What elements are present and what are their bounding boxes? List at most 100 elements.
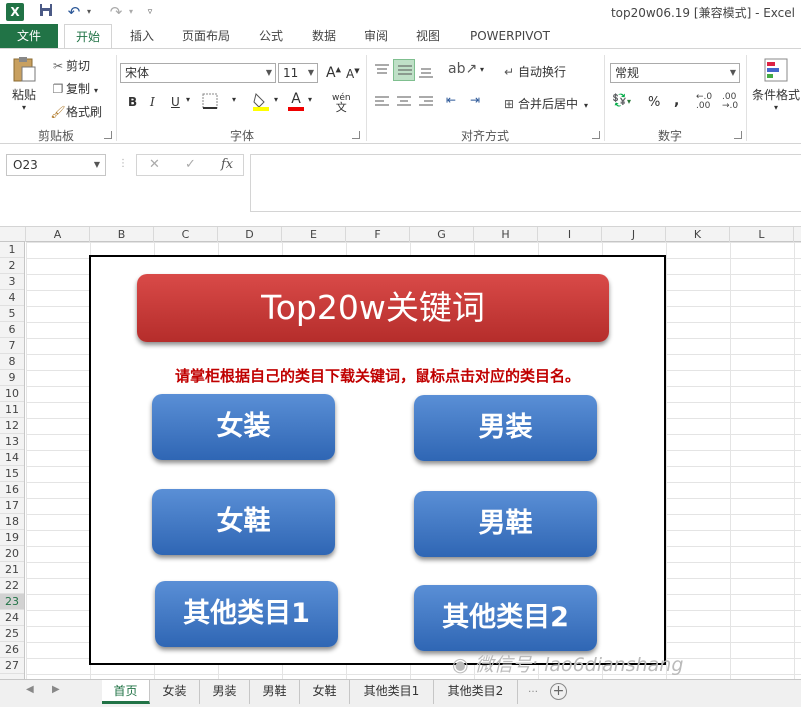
row-header[interactable]: 15 bbox=[0, 466, 24, 482]
save-icon[interactable] bbox=[36, 2, 56, 22]
row-header[interactable]: 22 bbox=[0, 578, 24, 594]
merge-center-button[interactable]: ⊞ 合并后居中 ▾ bbox=[500, 95, 588, 112]
row-header[interactable]: 5 bbox=[0, 306, 24, 322]
column-header[interactable]: I bbox=[538, 227, 602, 242]
sheet-tab[interactable]: 男装 bbox=[200, 680, 250, 704]
decrease-decimal-button[interactable]: .00 →.0 bbox=[722, 93, 738, 111]
row-header[interactable]: 4 bbox=[0, 290, 24, 306]
borders-button[interactable] bbox=[202, 93, 218, 112]
clipboard-launcher-icon[interactable] bbox=[104, 131, 112, 139]
row-header[interactable]: 21 bbox=[0, 562, 24, 578]
accounting-format-button[interactable]: 💱▾ bbox=[612, 93, 631, 107]
cancel-icon[interactable]: ✕ bbox=[149, 157, 160, 172]
row-header[interactable]: 24 bbox=[0, 610, 24, 626]
row-header[interactable]: 16 bbox=[0, 482, 24, 498]
underline-dropdown-icon[interactable]: ▾ bbox=[186, 95, 190, 104]
increase-indent-button[interactable]: ⇥ bbox=[470, 93, 480, 107]
bold-button[interactable]: B bbox=[128, 95, 137, 109]
fill-color-button[interactable] bbox=[252, 91, 270, 114]
column-header[interactable]: C bbox=[154, 227, 218, 242]
sheet-tab-home[interactable]: 首页 bbox=[102, 680, 150, 704]
align-left-button[interactable] bbox=[374, 95, 390, 112]
decrease-indent-button[interactable]: ⇤ bbox=[446, 93, 456, 107]
column-header[interactable]: L bbox=[730, 227, 794, 242]
column-header[interactable]: J bbox=[602, 227, 666, 242]
font-launcher-icon[interactable] bbox=[352, 131, 360, 139]
sheet-tab[interactable]: 男鞋 bbox=[250, 680, 300, 704]
row-header[interactable]: 1 bbox=[0, 242, 24, 258]
column-header[interactable]: D bbox=[218, 227, 282, 242]
row-header[interactable]: 9 bbox=[0, 370, 24, 386]
font-name-select[interactable]: 宋体 ▼ bbox=[120, 63, 276, 83]
underline-button[interactable]: U bbox=[171, 95, 180, 109]
row-header[interactable]: 8 bbox=[0, 354, 24, 370]
italic-button[interactable]: I bbox=[150, 95, 155, 109]
font-size-select[interactable]: 11 ▼ bbox=[278, 63, 318, 83]
row-header[interactable]: 10 bbox=[0, 386, 24, 402]
enter-icon[interactable]: ✓ bbox=[185, 157, 196, 172]
sheet-tab[interactable]: 女装 bbox=[150, 680, 200, 704]
middle-align-button[interactable] bbox=[393, 59, 415, 81]
column-header[interactable]: H bbox=[474, 227, 538, 242]
redo-dropdown-icon[interactable]: ▾ bbox=[126, 2, 136, 22]
tab-page-layout[interactable]: 页面布局 bbox=[172, 24, 240, 48]
number-format-select[interactable]: 常规 ▼ bbox=[610, 63, 740, 83]
row-header[interactable]: 17 bbox=[0, 498, 24, 514]
row-header[interactable]: 26 bbox=[0, 642, 24, 658]
add-sheet-icon[interactable]: + bbox=[550, 683, 567, 700]
row-header[interactable]: 23 bbox=[0, 594, 24, 610]
row-header[interactable]: 7 bbox=[0, 338, 24, 354]
redo-icon[interactable]: ↷ bbox=[106, 2, 126, 22]
column-header[interactable]: A bbox=[26, 227, 90, 242]
orientation-button[interactable]: ab↗ bbox=[448, 61, 477, 77]
undo-dropdown-icon[interactable]: ▾ bbox=[84, 2, 94, 22]
alignment-launcher-icon[interactable] bbox=[592, 131, 600, 139]
format-painter-button[interactable]: 🖌格式刷 bbox=[50, 103, 102, 120]
category-button-mens-clothing[interactable]: 男装 bbox=[414, 395, 597, 461]
scroll-right-icon[interactable]: ▶ bbox=[52, 684, 60, 695]
grow-font-button[interactable]: A▲ bbox=[326, 65, 341, 81]
sheet-tab[interactable]: 其他类目2 bbox=[434, 680, 518, 704]
select-all-corner[interactable] bbox=[0, 227, 26, 242]
resize-handle-icon[interactable]: ⋮ bbox=[118, 158, 128, 169]
column-header[interactable]: B bbox=[90, 227, 154, 242]
category-button-womens-clothing[interactable]: 女装 bbox=[152, 394, 335, 460]
row-header[interactable]: 27 bbox=[0, 658, 24, 674]
font-color-dropdown-icon[interactable]: ▾ bbox=[308, 95, 312, 104]
category-button-mens-shoes[interactable]: 男鞋 bbox=[414, 491, 597, 557]
category-button-womens-shoes[interactable]: 女鞋 bbox=[152, 489, 335, 555]
column-header[interactable]: K bbox=[666, 227, 730, 242]
row-header[interactable]: 25 bbox=[0, 626, 24, 642]
align-center-button[interactable] bbox=[396, 95, 412, 112]
row-header[interactable]: 14 bbox=[0, 450, 24, 466]
tab-review[interactable]: 审阅 bbox=[354, 24, 398, 48]
name-box[interactable]: O23 ▼ bbox=[6, 154, 106, 176]
wrap-text-button[interactable]: ↵ 自动换行 bbox=[500, 63, 566, 80]
row-header[interactable]: 6 bbox=[0, 322, 24, 338]
fill-dropdown-icon[interactable]: ▾ bbox=[274, 95, 278, 104]
row-header[interactable]: 13 bbox=[0, 434, 24, 450]
percent-button[interactable]: % bbox=[648, 95, 660, 110]
row-header[interactable]: 11 bbox=[0, 402, 24, 418]
cut-button[interactable]: ✂ 剪切 bbox=[50, 57, 90, 74]
row-header[interactable]: 3 bbox=[0, 274, 24, 290]
category-button-other-1[interactable]: 其他类目1 bbox=[155, 581, 338, 647]
orientation-dropdown-icon[interactable]: ▾ bbox=[480, 65, 484, 74]
tab-powerpivot[interactable]: POWERPIVOT bbox=[460, 24, 560, 48]
comma-button[interactable]: , bbox=[674, 93, 679, 109]
increase-decimal-button[interactable]: ←.0.00 bbox=[696, 93, 712, 111]
top-align-button[interactable] bbox=[374, 63, 390, 80]
category-button-other-2[interactable]: 其他类目2 bbox=[414, 585, 597, 651]
row-header[interactable]: 12 bbox=[0, 418, 24, 434]
tab-home[interactable]: 开始 bbox=[64, 24, 112, 49]
undo-icon[interactable]: ↶ bbox=[64, 2, 84, 22]
sheet-tab[interactable]: 女鞋 bbox=[300, 680, 350, 704]
tab-data[interactable]: 数据 bbox=[302, 24, 346, 48]
scroll-left-icon[interactable]: ◀ bbox=[26, 684, 34, 695]
insert-function-icon[interactable]: fx bbox=[221, 157, 233, 172]
tab-file[interactable]: 文件 bbox=[0, 24, 58, 48]
sheet-tab[interactable]: 其他类目1 bbox=[350, 680, 434, 704]
borders-dropdown-icon[interactable]: ▾ bbox=[232, 95, 236, 104]
copy-button[interactable]: ❐ 复制 ▾ bbox=[50, 80, 98, 97]
paste-button[interactable]: 粘贴 ▾ bbox=[8, 55, 40, 112]
